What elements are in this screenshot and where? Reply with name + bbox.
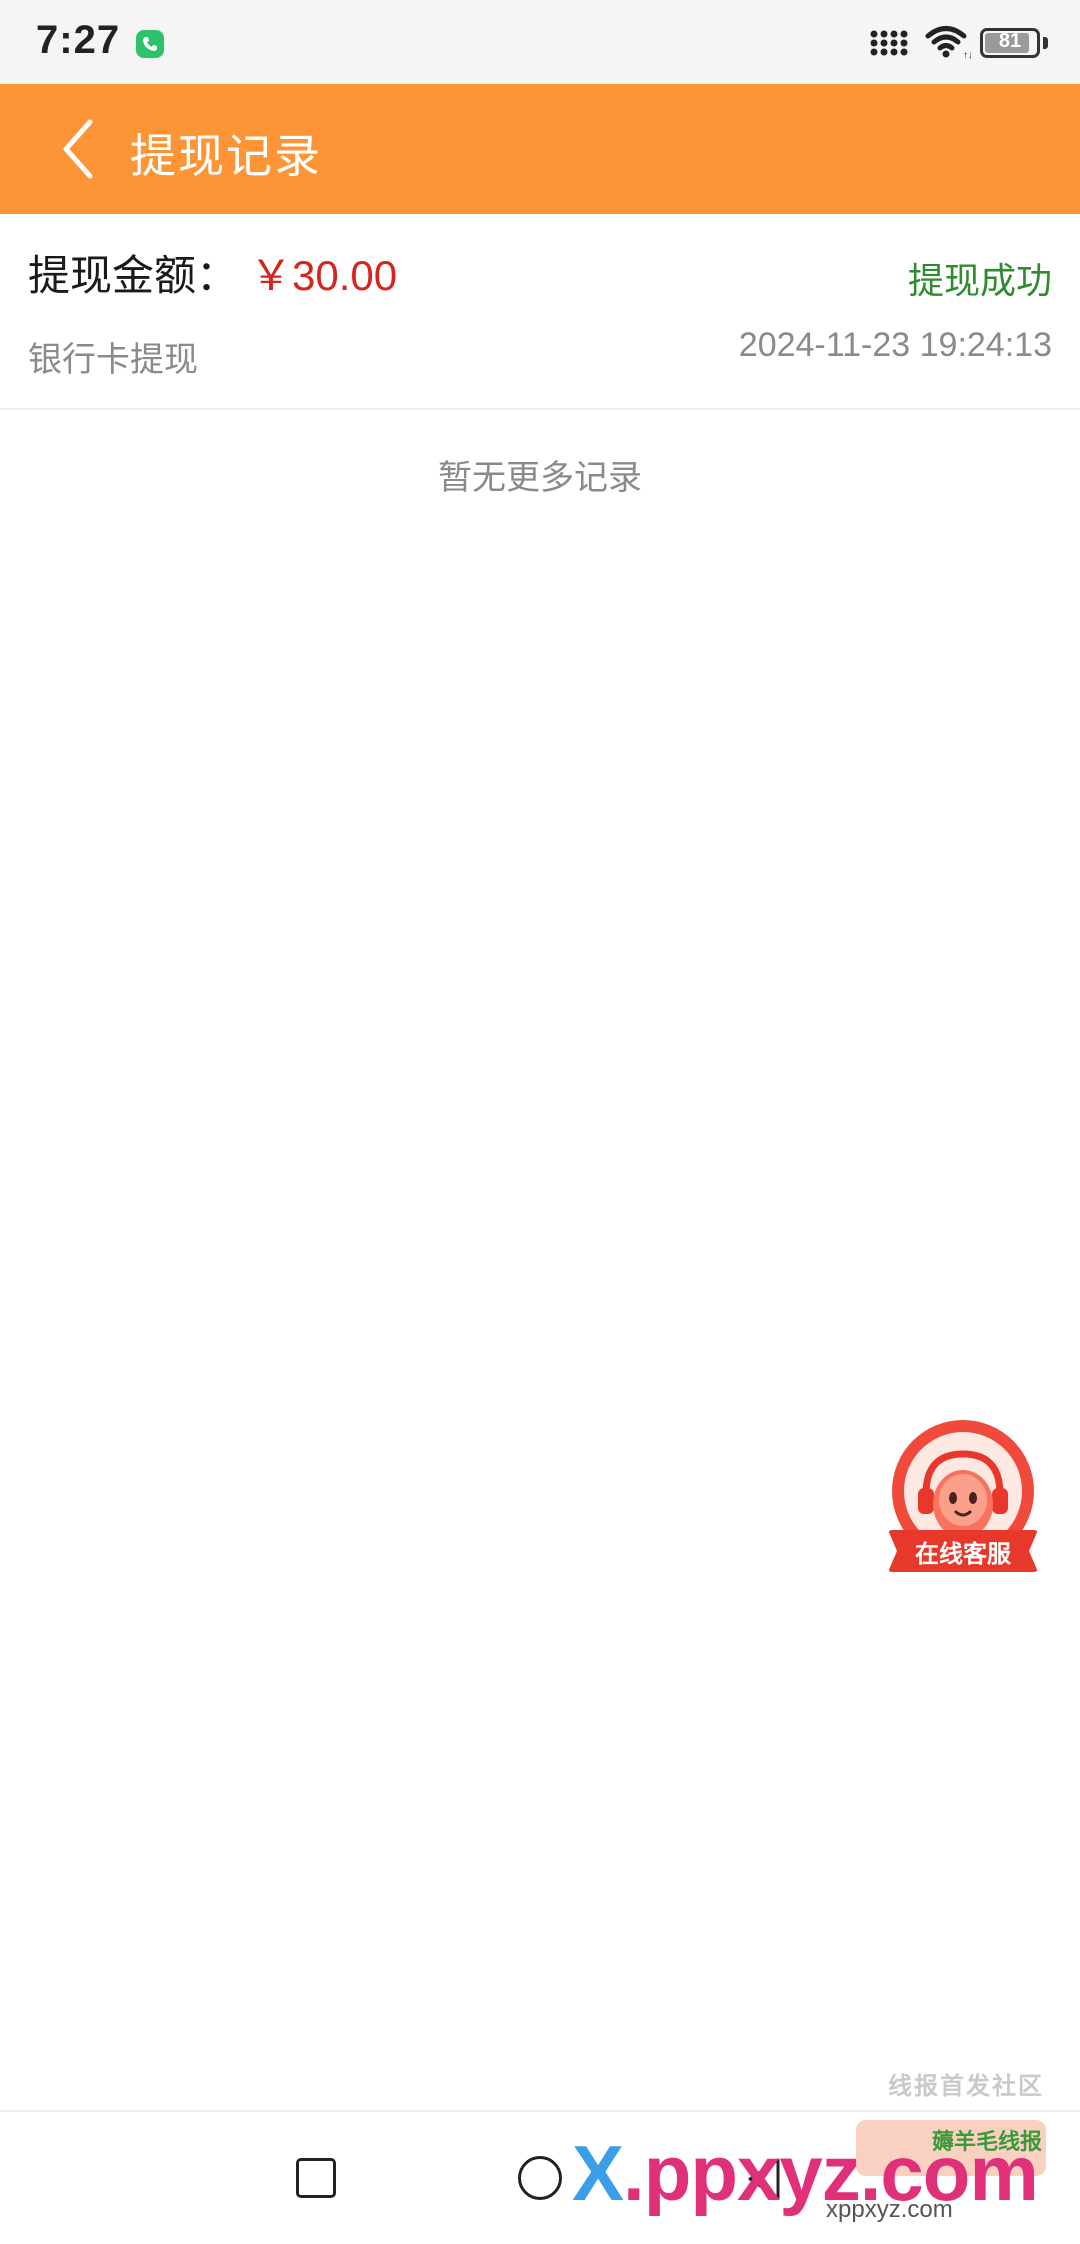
signal-icon bbox=[870, 30, 908, 56]
wifi-icon: ↑↓ bbox=[925, 26, 971, 60]
back-chevron-icon bbox=[63, 119, 93, 179]
battery-level: 81 bbox=[998, 30, 1022, 52]
svg-text:↑↓: ↑↓ bbox=[963, 50, 971, 60]
list-end-text: 暂无更多记录 bbox=[438, 458, 642, 498]
home-circle-icon[interactable] bbox=[518, 2156, 562, 2200]
recents-square-icon[interactable] bbox=[296, 2158, 336, 2198]
status-text: 提现成功 bbox=[907, 261, 1052, 302]
service-label: 在线客服 bbox=[915, 1540, 1011, 1568]
watermark-logo-x: X bbox=[572, 2129, 624, 2217]
withdrawal-record-item[interactable]: 提现金额： ￥30.00 提现成功 银行卡提现 2024-11-23 19:24… bbox=[0, 214, 1080, 410]
online-service-button[interactable]: 在线客服 bbox=[888, 1420, 1038, 1572]
back-button[interactable] bbox=[48, 112, 118, 186]
amount-value: ￥30.00 bbox=[250, 252, 398, 299]
watermark-logo: X.ppxyz.com bbox=[572, 2128, 1039, 2219]
page-title: 提现记录 bbox=[130, 129, 322, 183]
phone-call-icon bbox=[136, 30, 164, 58]
watermark-bottom-text: xppxyz.com bbox=[826, 2196, 953, 2223]
watermark-top-text: 线报首发社区 bbox=[888, 2072, 1044, 2100]
record-datetime: 2024-11-23 19:24:13 bbox=[738, 326, 1052, 364]
battery-nub bbox=[1043, 37, 1048, 49]
status-time: 7:27 bbox=[36, 18, 121, 62]
method-text: 银行卡提现 bbox=[28, 340, 198, 380]
app-bar: 提现记录 bbox=[0, 84, 1080, 214]
status-bar: 7:27 ↑↓ 81 bbox=[0, 0, 1080, 84]
battery-icon: 81 bbox=[980, 28, 1040, 58]
amount-label: 提现金额： bbox=[28, 251, 239, 300]
